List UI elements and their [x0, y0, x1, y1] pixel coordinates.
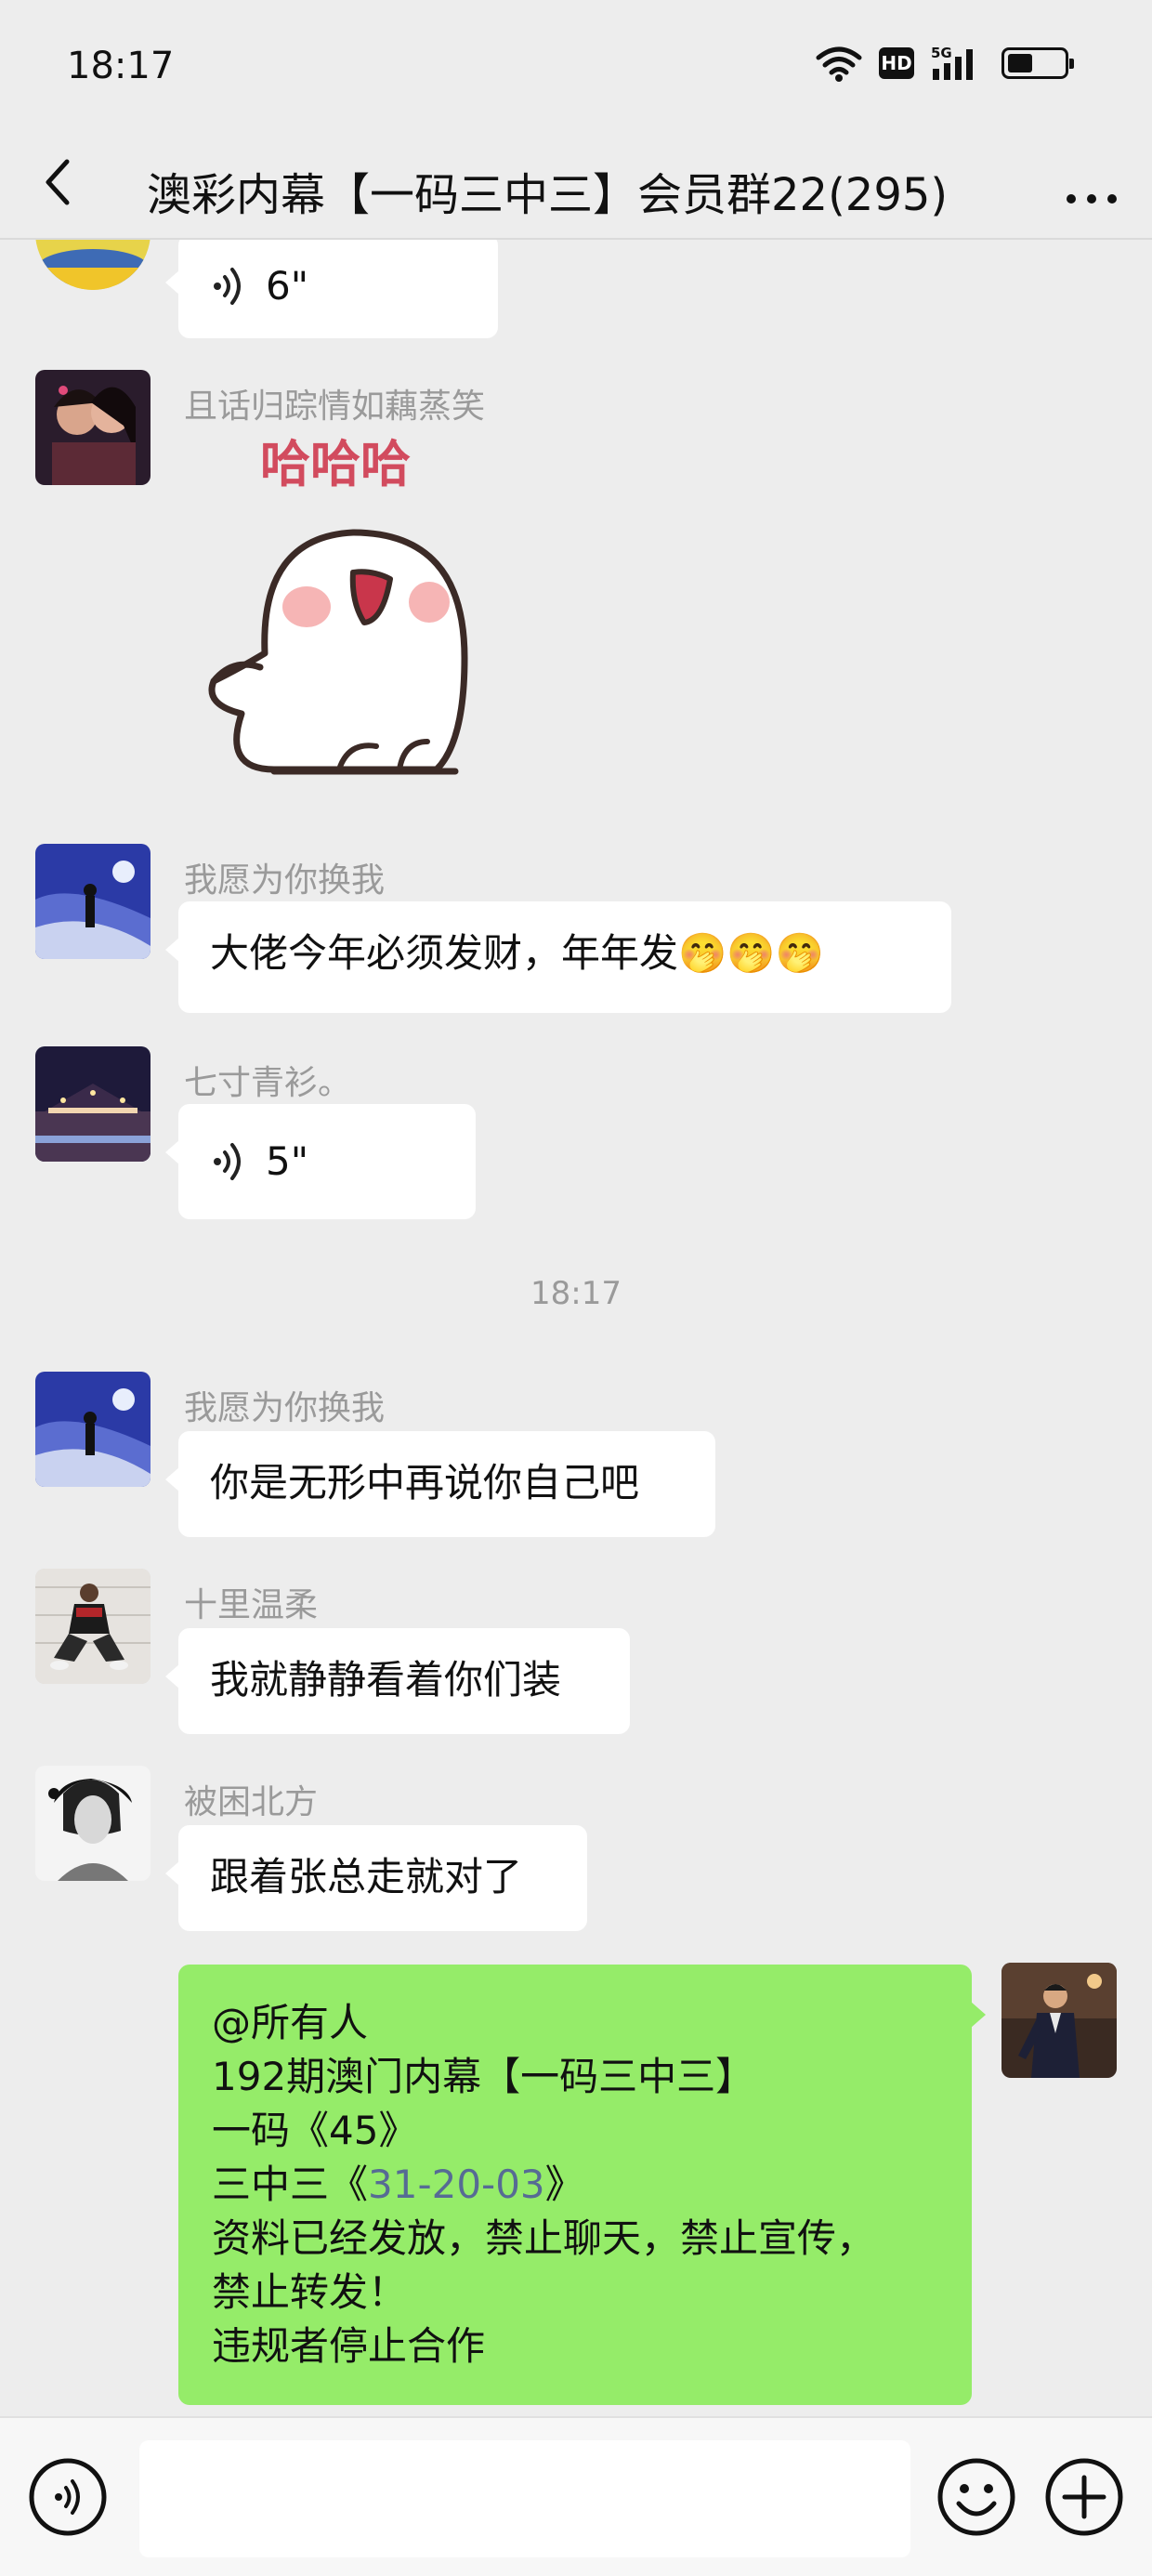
voice-wave-icon — [214, 1143, 241, 1180]
voice-message[interactable]: 6" — [165, 240, 498, 338]
chevron-left-icon[interactable] — [32, 154, 87, 210]
message-line: 三中三《31-20-03》 — [212, 2158, 938, 2212]
message-text: 》 — [544, 2162, 584, 2207]
sender-name: 我愿为你换我 — [184, 1389, 386, 1427]
message-line: 资料已经发放，禁止聊天，禁止宣传， — [212, 2215, 876, 2261]
avatar[interactable] — [35, 370, 151, 485]
message-input[interactable] — [139, 2440, 910, 2557]
avatar[interactable] — [35, 1372, 151, 1487]
sender-name: 十里温柔 — [184, 1586, 319, 1624]
voice-message[interactable]: 5" — [165, 1104, 476, 1219]
voice-input-icon[interactable] — [28, 2457, 108, 2537]
avatar-image — [35, 1569, 151, 1684]
more-dots-icon[interactable] — [1059, 158, 1124, 214]
avatar[interactable] — [35, 1046, 151, 1162]
laughing-sticker[interactable]: 哈哈哈 — [186, 435, 539, 788]
input-bar — [0, 2416, 1152, 2576]
signal-5g-icon: 5G — [931, 45, 973, 80]
hd-badge: HD — [879, 47, 914, 79]
avatar-image — [35, 370, 151, 485]
text-message[interactable]: 大佬今年必须发财，年年发🤭🤭🤭 — [165, 901, 951, 1013]
avatar-image — [35, 1046, 151, 1162]
voice-wave-icon — [214, 268, 241, 305]
avatar-image — [1001, 1963, 1117, 2078]
message-line: 一码《45》 — [212, 2108, 418, 2153]
avatar[interactable] — [35, 240, 151, 290]
avatar-image — [35, 1372, 151, 1487]
avatar-image — [35, 844, 151, 959]
my-text-message[interactable]: @所有人 192期澳门内幕【一码三中三】 一码《45》 三中三《31-20-03… — [178, 1965, 986, 2405]
chat-header: 澳彩内幕【一码三中三】会员群22(295) — [0, 130, 1152, 240]
status-bar: 18:17 HD 5G — [0, 0, 1152, 130]
sender-name: 七寸青衫。 — [184, 1064, 352, 1102]
network-label: 5G — [931, 45, 952, 61]
avatar[interactable] — [35, 1569, 151, 1684]
avatar-image — [35, 240, 151, 290]
voice-duration: 6" — [266, 263, 309, 309]
chat-title: 澳彩内幕【一码三中三】会员群22(295) — [147, 169, 949, 221]
battery-icon — [1001, 47, 1074, 79]
sender-name: 我愿为你换我 — [184, 861, 386, 900]
sender-name: 被困北方 — [184, 1783, 319, 1821]
avatar-image — [35, 1766, 151, 1881]
text-message[interactable]: 你是无形中再说你自己吧 — [165, 1431, 715, 1537]
status-icons: HD 5G — [816, 45, 1074, 82]
status-time: 18:17 — [67, 45, 175, 87]
message-line: 禁止转发！ — [212, 2269, 408, 2315]
message-line: 192期澳门内幕【一码三中三】 — [212, 2054, 755, 2099]
message-text: 三中三《 — [212, 2162, 369, 2207]
avatar[interactable] — [35, 1766, 151, 1881]
message-line: 违规者停止合作 — [212, 2323, 486, 2369]
plus-icon[interactable] — [1044, 2457, 1124, 2537]
emoji-icon[interactable] — [936, 2457, 1016, 2537]
avatar[interactable] — [35, 844, 151, 959]
text-message[interactable]: 跟着张总走就对了 — [165, 1825, 587, 1931]
message-line: @所有人 — [212, 2000, 369, 2045]
sticker-text: 哈哈哈 — [260, 435, 411, 493]
chat-messages[interactable]: 6" 且话归踪情如藕蒸笑 哈哈哈 我愿为你换我 大佬今年必须发财，年年发🤭🤭🤭 … — [0, 240, 1152, 2416]
text-message[interactable]: 我就静静看着你们装 — [165, 1628, 630, 1734]
time-divider: 18:17 — [530, 1275, 622, 1312]
number-link[interactable]: 31-20-03 — [368, 2162, 545, 2207]
battery-level — [1008, 54, 1033, 72]
sender-name: 且话归踪情如藕蒸笑 — [184, 388, 486, 426]
wifi-icon — [816, 46, 862, 82]
voice-duration: 5" — [266, 1138, 309, 1184]
my-avatar[interactable] — [1001, 1963, 1117, 2078]
